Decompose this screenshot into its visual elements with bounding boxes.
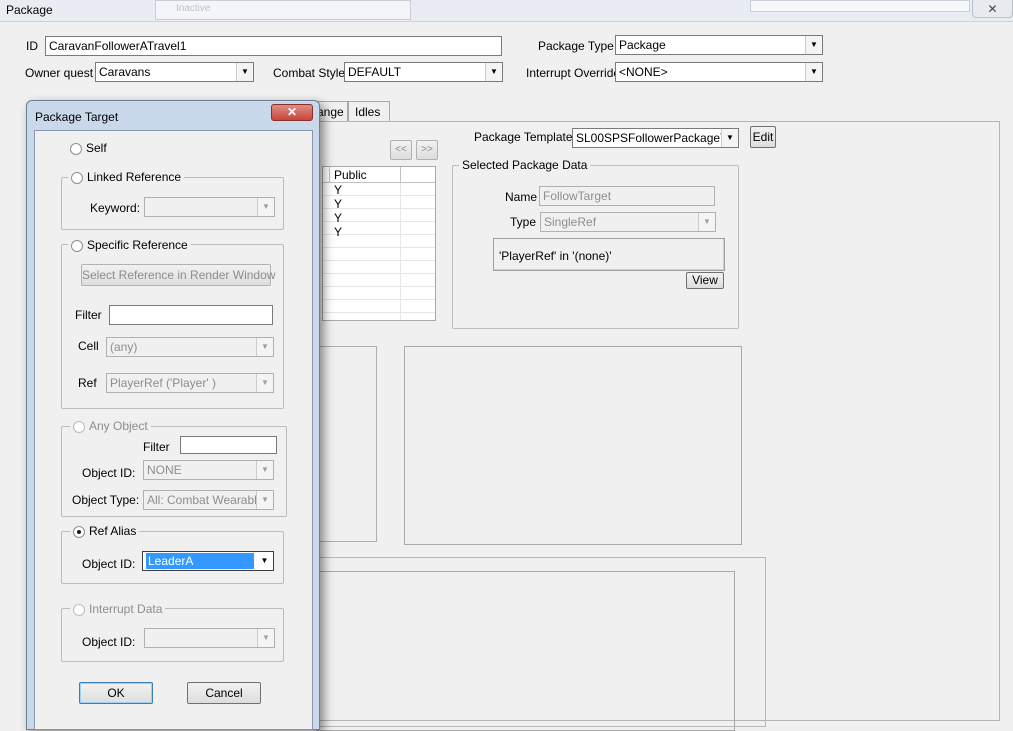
chevron-down-icon: ▼ <box>256 374 273 392</box>
interrupt-object-id-select[interactable]: ▼ <box>144 628 275 648</box>
package-template-select[interactable]: SL00SPSFollowerPackageTer ▼ <box>572 128 739 148</box>
edit-button[interactable]: Edit <box>750 126 776 148</box>
left-list-panel <box>316 346 377 542</box>
chevron-down-icon: ▼ <box>256 552 273 570</box>
object-id-select[interactable]: NONE ▼ <box>143 460 274 480</box>
name-label: Name <box>505 190 538 204</box>
interrupt-override-select[interactable]: <NONE> ▼ <box>615 62 823 82</box>
ref-label: Ref <box>78 376 97 390</box>
table-header: Public <box>323 167 435 183</box>
chevron-down-icon: ▼ <box>257 198 274 216</box>
interrupt-override-label: Interrupt Override <box>526 66 621 80</box>
close-icon: ✕ <box>286 105 298 119</box>
name-field[interactable]: FollowTarget <box>539 186 715 206</box>
object-type-select[interactable]: All: Combat Wearable ▼ <box>143 490 274 510</box>
interrupt-object-id-label: Object ID: <box>82 635 136 649</box>
object-filter-input[interactable] <box>180 436 277 454</box>
radio-icon <box>70 142 82 155</box>
object-filter-label: Filter <box>143 440 170 454</box>
object-type-label: Object Type: <box>72 493 140 507</box>
tab-idles[interactable]: Idles <box>348 101 390 122</box>
alias-object-id-label: Object ID: <box>82 557 136 571</box>
linked-reference-radio[interactable]: Linked Reference <box>68 170 185 184</box>
cell-label: Cell <box>78 339 99 353</box>
public-column-header[interactable]: Public <box>334 168 367 182</box>
close-button[interactable]: ✕ <box>972 0 1013 18</box>
table-row[interactable]: Y <box>334 212 342 225</box>
package-type-select[interactable]: Package ▼ <box>615 35 823 55</box>
chevron-down-icon: ▼ <box>256 461 273 479</box>
filter-input[interactable] <box>109 305 273 325</box>
keyword-select[interactable]: ▼ <box>144 197 275 217</box>
title-bar: Package Inactive ✕ <box>0 0 1013 22</box>
specific-reference-radio[interactable]: Specific Reference <box>68 238 191 252</box>
radio-icon <box>71 171 83 184</box>
prev-button[interactable]: << <box>390 140 412 160</box>
self-radio[interactable]: Self <box>70 141 107 155</box>
view-button[interactable]: View <box>686 272 724 289</box>
bottom-inner-panel <box>316 571 735 731</box>
bg-inactive-field: Inactive <box>155 0 411 20</box>
alias-object-id-select[interactable]: LeaderA ▼ <box>142 551 274 571</box>
table-row[interactable]: Y <box>334 184 342 197</box>
cancel-button[interactable]: Cancel <box>187 682 261 704</box>
any-object-radio[interactable]: Any Object <box>70 419 151 433</box>
right-preview-panel <box>404 346 742 545</box>
package-template-label: Package Template <box>474 130 573 144</box>
radio-icon <box>73 603 85 616</box>
dialog-close-button[interactable]: ✕ <box>271 104 313 121</box>
type-label: Type <box>510 215 537 229</box>
combat-style-select[interactable]: DEFAULT ▼ <box>344 62 503 82</box>
chevron-down-icon: ▼ <box>485 63 502 81</box>
ok-button[interactable]: OK <box>79 682 153 704</box>
next-button[interactable]: >> <box>416 140 438 160</box>
package-type-label: Package Type <box>538 39 614 53</box>
id-label: ID <box>26 39 38 53</box>
table-row[interactable]: Y <box>334 226 342 239</box>
table-row[interactable]: Y <box>334 198 342 211</box>
id-field[interactable]: CaravanFollowerATravel1 <box>45 36 502 56</box>
cell-select[interactable]: (any) ▼ <box>106 337 274 357</box>
chevron-down-icon: ▼ <box>805 36 822 54</box>
dialog-title: Package Target <box>35 110 119 124</box>
radio-icon <box>71 239 83 252</box>
owner-quest-label: Owner quest <box>25 66 94 80</box>
owner-quest-select[interactable]: Caravans ▼ <box>95 62 254 82</box>
radio-selected-icon <box>73 525 85 538</box>
chevron-down-icon: ▼ <box>698 213 715 231</box>
bg-right-panel <box>750 0 970 12</box>
type-select[interactable]: SingleRef ▼ <box>540 212 716 232</box>
filter-label: Filter <box>75 308 102 322</box>
combat-style-label: Combat Style <box>273 66 346 80</box>
radio-icon <box>73 420 85 433</box>
chevron-down-icon: ▼ <box>256 338 273 356</box>
chevron-down-icon: ▼ <box>805 63 822 81</box>
keyword-label: Keyword: <box>90 201 141 215</box>
chevron-down-icon: ▼ <box>236 63 253 81</box>
ref-select[interactable]: PlayerRef ('Player' ) ▼ <box>106 373 274 393</box>
ref-target-display[interactable]: 'PlayerRef' in '(none)' <box>493 238 725 271</box>
select-reference-button[interactable]: Select Reference in Render Window <box>81 264 275 286</box>
chevron-down-icon: ▼ <box>256 491 273 509</box>
object-id-label: Object ID: <box>82 466 136 480</box>
window-title: Package <box>6 3 53 17</box>
interrupt-data-radio[interactable]: Interrupt Data <box>70 602 166 616</box>
close-icon: ✕ <box>987 2 998 16</box>
chevron-down-icon: ▼ <box>721 129 738 147</box>
chevron-down-icon: ▼ <box>257 629 274 647</box>
ref-alias-radio[interactable]: Ref Alias <box>70 524 140 538</box>
data-table: Public Y Y Y Y <box>322 166 436 321</box>
